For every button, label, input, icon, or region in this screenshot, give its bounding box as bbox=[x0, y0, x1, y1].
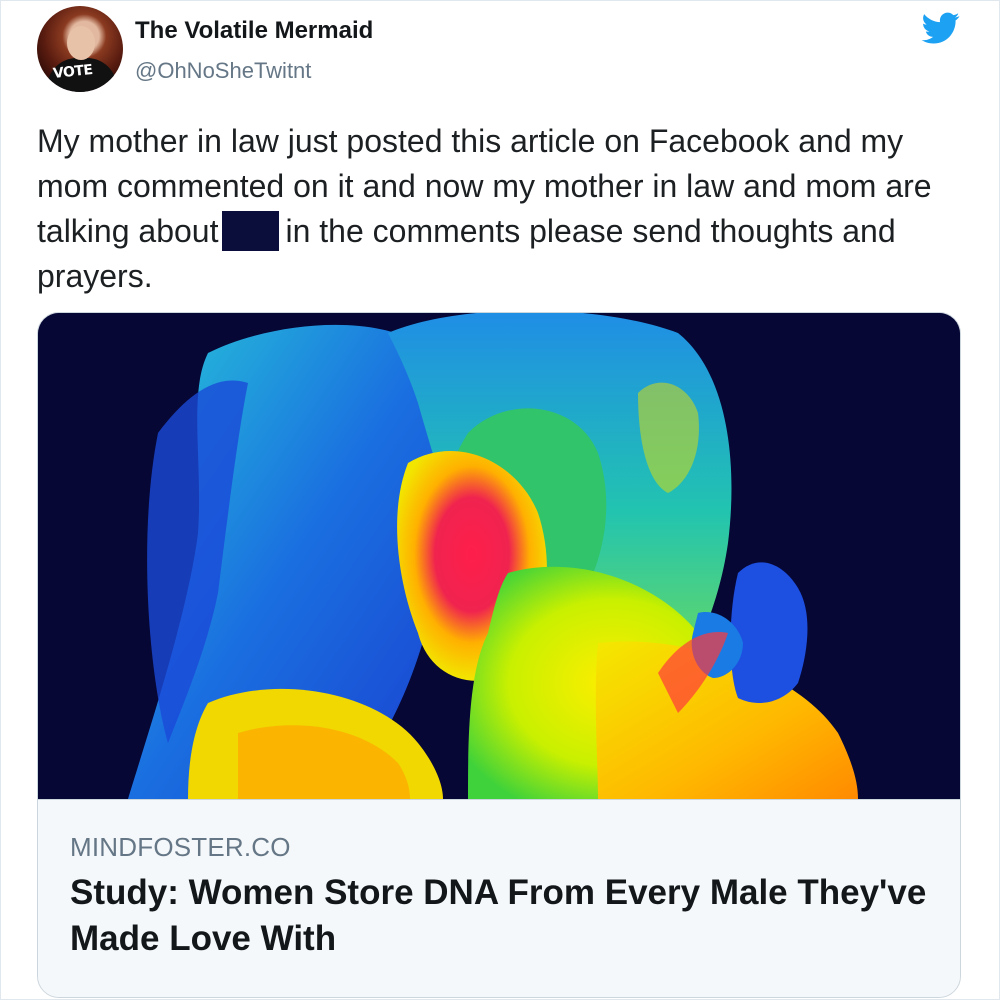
link-preview-card[interactable]: MINDFOSTER.CO Study: Women Store DNA Fro… bbox=[37, 312, 961, 998]
author-handle[interactable]: @OhNoSheTwitnt bbox=[135, 58, 311, 84]
card-domain: MINDFOSTER.CO bbox=[70, 832, 291, 862]
redaction-block bbox=[222, 211, 280, 251]
card-thermal-image[interactable] bbox=[38, 313, 960, 799]
card-meta[interactable]: MINDFOSTER.CO Study: Women Store DNA Fro… bbox=[38, 799, 960, 997]
twitter-bird-icon[interactable] bbox=[918, 9, 964, 47]
author-display-name[interactable]: The Volatile Mermaid bbox=[135, 17, 373, 45]
card-title[interactable]: Study: Women Store DNA From Every Male T… bbox=[70, 870, 930, 962]
tweet-embed[interactable]: VOTE The Volatile Mermaid @OhNoSheTwitnt… bbox=[0, 0, 1000, 1000]
author-avatar[interactable]: VOTE bbox=[37, 6, 123, 92]
thermal-image-illustration bbox=[38, 313, 960, 799]
avatar-face bbox=[67, 26, 95, 60]
tweet-text: My mother in law just posted this articl… bbox=[37, 119, 967, 299]
